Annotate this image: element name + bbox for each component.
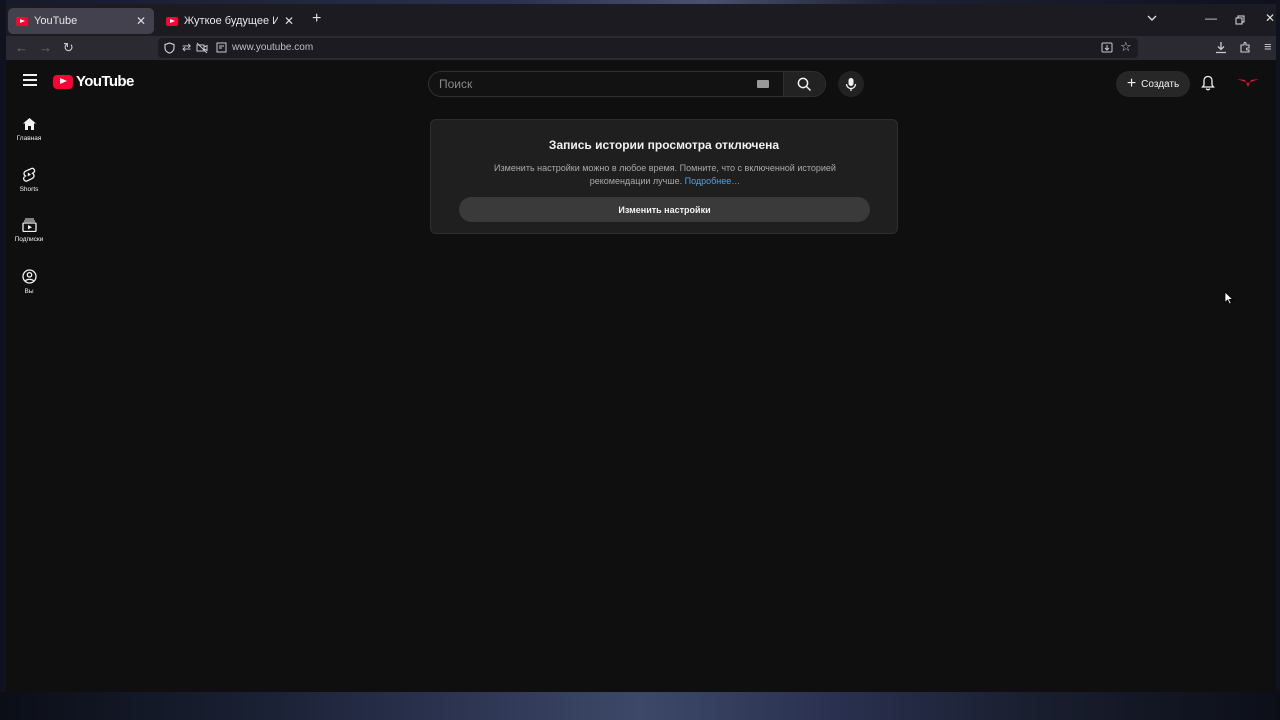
url-bar[interactable]: ⇄ www.youtube.com ☆	[158, 38, 1138, 58]
camera-blocked-icon[interactable]	[196, 42, 208, 54]
bookmark-star-icon[interactable]: ☆	[1120, 39, 1132, 55]
mouse-cursor-icon	[1224, 291, 1234, 305]
youtube-logo[interactable]: YouTube	[53, 73, 134, 90]
create-button[interactable]: + Создать	[1116, 71, 1190, 97]
history-paused-card: Запись истории просмотра отключена Измен…	[430, 119, 898, 234]
sidebar-item-label: Shorts	[19, 186, 39, 193]
back-icon[interactable]: ←	[15, 40, 28, 56]
extensions-icon[interactable]	[1239, 41, 1251, 53]
downloads-icon[interactable]	[1215, 41, 1227, 54]
new-tab-icon[interactable]: +	[312, 10, 321, 28]
page-info-icon[interactable]	[216, 42, 227, 53]
sidebar-item-you[interactable]: Вы	[6, 269, 52, 295]
menu-icon[interactable]: ≡	[1264, 39, 1272, 55]
reload-icon[interactable]: ↻	[63, 40, 74, 56]
sidebar-item-shorts[interactable]: Shorts	[6, 167, 52, 193]
subscriptions-icon	[21, 218, 37, 232]
sidebar-item-label: Подписки	[14, 236, 44, 243]
desktop-wallpaper-right	[1276, 0, 1280, 720]
search-box	[428, 71, 826, 97]
user-icon	[21, 269, 37, 284]
notifications-bell-icon[interactable]	[1201, 75, 1215, 91]
plus-icon: +	[1126, 75, 1137, 92]
browser-window: YouTube ✕ Жуткое будущее ИИ | Варлам ✕ +…	[6, 4, 1276, 692]
permissions-icon[interactable]: ⇄	[182, 41, 191, 54]
url-text: www.youtube.com	[232, 42, 314, 53]
tab-title: YouTube	[34, 15, 78, 27]
close-tab-icon[interactable]: ✕	[284, 14, 294, 28]
learn-more-link[interactable]: Подробнее…	[685, 176, 741, 186]
tab-video[interactable]: Жуткое будущее ИИ | Варлам ✕	[158, 8, 302, 34]
youtube-page: YouTube + Создать	[6, 60, 1276, 692]
search-button[interactable]	[783, 72, 825, 96]
forward-icon[interactable]: →	[39, 40, 52, 56]
tab-bar: YouTube ✕ Жуткое будущее ИИ | Варлам ✕ +…	[6, 4, 1276, 36]
close-tab-icon[interactable]: ✕	[136, 14, 146, 28]
tab-youtube[interactable]: YouTube ✕	[8, 8, 154, 34]
sidebar-item-home[interactable]: Главная	[6, 117, 52, 142]
avatar[interactable]	[1237, 78, 1259, 88]
sidebar-item-label: Главная	[16, 135, 42, 142]
change-settings-button[interactable]: Изменить настройки	[459, 197, 870, 222]
restore-icon[interactable]	[1235, 15, 1245, 25]
search-input[interactable]	[429, 72, 757, 96]
minimize-icon[interactable]: —	[1205, 11, 1217, 25]
sidebar-item-subscriptions[interactable]: Подписки	[6, 218, 52, 243]
youtube-favicon-icon	[166, 16, 178, 26]
list-all-tabs-icon[interactable]	[1146, 12, 1158, 24]
shorts-icon	[23, 167, 36, 182]
search-icon	[797, 77, 812, 91]
microphone-icon	[845, 77, 857, 91]
tab-title: Жуткое будущее ИИ | Варлам	[184, 15, 278, 27]
voice-search-button[interactable]	[838, 71, 864, 97]
sidebar-item-label: Вы	[24, 288, 34, 295]
youtube-favicon-icon	[16, 16, 28, 26]
reader-view-icon[interactable]	[1101, 42, 1113, 53]
create-label: Создать	[1141, 78, 1180, 90]
close-window-icon[interactable]: ✕	[1265, 11, 1275, 25]
nav-toolbar: ← → ↻ ⇄ www.youtube.com ☆ ≡	[6, 36, 1276, 60]
shield-icon[interactable]	[164, 42, 175, 54]
youtube-play-icon	[53, 74, 73, 89]
keyboard-icon[interactable]	[757, 80, 769, 88]
card-title: Запись истории просмотра отключена	[548, 138, 780, 152]
desktop-wallpaper-bottom	[0, 692, 1280, 720]
home-icon	[22, 118, 36, 130]
card-description: Изменить настройки можно в любое время. …	[494, 163, 836, 186]
hamburger-menu-icon[interactable]	[23, 74, 37, 89]
